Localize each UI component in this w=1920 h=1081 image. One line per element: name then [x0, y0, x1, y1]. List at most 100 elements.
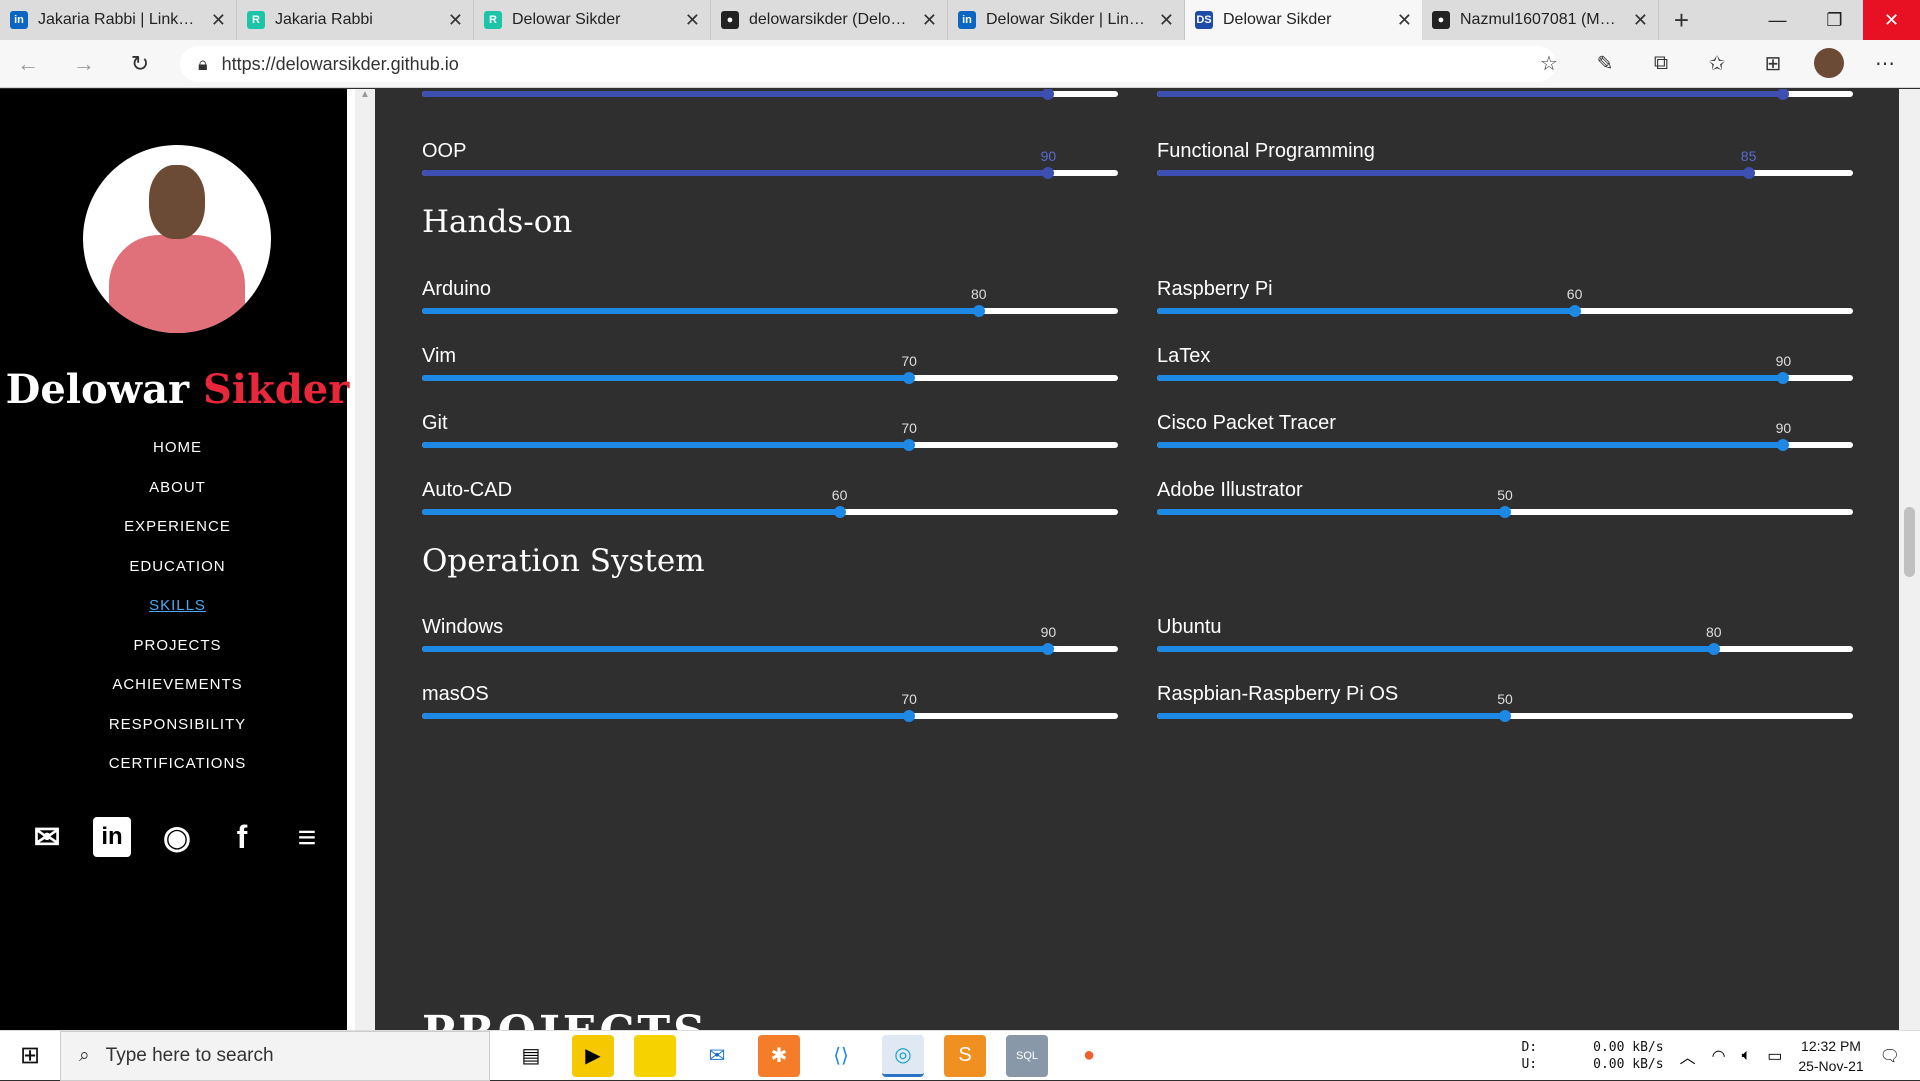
wifi-icon[interactable]: ◠ — [1712, 1046, 1726, 1066]
skill-cisco-packet-tracer: Cisco Packet Tracer 90 — [1157, 412, 1853, 462]
skill-slider-knob[interactable] — [1777, 372, 1790, 384]
sidebar-scrollbar[interactable]: ▲ — [355, 89, 375, 1030]
skill-slider-knob[interactable] — [903, 439, 916, 451]
profile-photo-head — [149, 165, 205, 239]
add-favorite-icon[interactable]: ☆ — [1534, 51, 1564, 76]
nav-responsibility[interactable]: RESPONSIBILITY — [0, 716, 355, 756]
nav-education[interactable]: EDUCATION — [0, 558, 355, 598]
browser-tab[interactable]: ● delowarsikder (Delowar ✕ — [711, 0, 948, 40]
nav-about[interactable]: ABOUT — [0, 479, 355, 519]
pen-icon[interactable]: ✎ — [1590, 51, 1620, 76]
notification-icon[interactable]: 🗨︎ — [1880, 1046, 1900, 1066]
extensions-icon[interactable]: ⧉ — [1646, 52, 1676, 75]
nav-experience[interactable]: EXPERIENCE — [0, 518, 355, 558]
skill-track — [422, 710, 1118, 722]
close-tab-icon[interactable]: ✕ — [1159, 10, 1174, 31]
close-tab-icon[interactable]: ✕ — [685, 10, 700, 31]
lock-icon: 🔒︎ — [198, 53, 208, 74]
browser-tab[interactable]: R Delowar Sikder ✕ — [474, 0, 711, 40]
close-tab-icon[interactable]: ✕ — [1397, 10, 1412, 31]
close-tab-icon[interactable]: ✕ — [1633, 10, 1648, 31]
browser-tab[interactable]: DS Delowar Sikder ✕ — [1185, 0, 1422, 40]
tab-title: Nazmul1607081 (Md. N — [1460, 11, 1623, 28]
task-view-icon[interactable]: ▤ — [510, 1035, 552, 1077]
more-icon[interactable]: ⋯ — [1870, 51, 1900, 76]
browser-tab[interactable]: ● Nazmul1607081 (Md. N ✕ — [1422, 0, 1659, 40]
scroll-up-icon[interactable]: ▲ — [355, 89, 375, 100]
battery-icon[interactable]: ▭ — [1767, 1046, 1782, 1066]
restore-icon[interactable]: ❐ — [1806, 0, 1863, 40]
close-tab-icon[interactable]: ✕ — [211, 10, 226, 31]
skill-slider-knob[interactable] — [833, 506, 846, 518]
close-tab-icon[interactable]: ✕ — [922, 10, 937, 31]
net-labels: D: U: — [1521, 1039, 1537, 1073]
browser-tab[interactable]: in Delowar Sikder | LinkedIn ✕ — [948, 0, 1185, 40]
xampp-icon[interactable]: ✱ — [758, 1034, 800, 1077]
forward-icon[interactable]: → — [56, 51, 112, 77]
skill-label: OOP — [422, 140, 467, 162]
tab-title: Jakaria Rabbi | LinkedIn — [38, 11, 201, 28]
profile-avatar[interactable] — [1814, 48, 1844, 78]
new-tab-icon[interactable]: + — [1659, 0, 1704, 40]
nav-skills[interactable]: SKILLS — [0, 597, 355, 637]
browser-tab[interactable]: in Jakaria Rabbi | LinkedIn ✕ — [0, 0, 237, 40]
skill-track — [1157, 167, 1853, 179]
sublime-icon[interactable]: S — [944, 1034, 986, 1077]
skill-slider-knob[interactable] — [1742, 167, 1755, 179]
nav-home[interactable]: HOME — [0, 439, 355, 479]
skill-fill — [1157, 713, 1505, 719]
media-player-icon[interactable]: ▶ — [572, 1034, 614, 1077]
github-icon: ● — [1432, 11, 1450, 29]
collections-icon[interactable]: ⊞ — [1758, 51, 1788, 76]
skill-track — [1157, 439, 1853, 451]
sql-icon[interactable]: SQL — [1006, 1034, 1048, 1077]
nav-projects[interactable]: PROJECTS — [0, 637, 355, 677]
taskbar-search[interactable]: ⌕ Type here to search — [60, 1030, 490, 1081]
url-field[interactable]: 🔒︎ https://delowarsikder.github.io — [180, 46, 1556, 82]
facebook-icon[interactable]: f — [223, 817, 261, 857]
page-scrollbar-thumb[interactable] — [1904, 507, 1915, 577]
sidebar: Delowar Sikder HOME ABOUT EXPERIENCE EDUCAT… — [0, 89, 355, 1030]
reload-icon[interactable]: ↻ — [112, 51, 168, 77]
skill-slider-knob[interactable] — [903, 710, 916, 722]
volume-icon[interactable]: 🔈︎ — [1742, 1047, 1752, 1065]
sticky-notes-icon[interactable] — [634, 1034, 676, 1077]
mail-icon[interactable]: ✉ — [696, 1035, 738, 1077]
skill-slider-knob[interactable] — [1042, 89, 1055, 100]
windows-start-icon[interactable]: ⊞ — [0, 1041, 60, 1070]
skill-slider-knob[interactable] — [972, 305, 985, 317]
skill-slider-knob[interactable] — [1707, 643, 1720, 655]
close-window-icon[interactable]: ✕ — [1863, 0, 1920, 40]
clock[interactable]: 12:32 PM 25-Nov-21 — [1798, 1036, 1863, 1076]
page-scrollbar[interactable] — [1899, 89, 1920, 1030]
skill-percent: 80 — [971, 286, 987, 302]
vscode-icon[interactable]: ⟨⟩ — [820, 1035, 862, 1077]
firefox-icon[interactable]: ● — [1068, 1035, 1110, 1077]
skill-fill — [422, 170, 1049, 176]
skill-slider-knob[interactable] — [1777, 439, 1790, 451]
skill-label: Raspberry Pi — [1157, 278, 1273, 300]
skill-slider-knob[interactable] — [1568, 305, 1581, 317]
linkedin-icon[interactable]: in — [93, 817, 131, 857]
skill-slider-knob[interactable] — [1042, 643, 1055, 655]
skill-slider-knob[interactable] — [1042, 167, 1055, 179]
nav-achievements[interactable]: ACHIEVEMENTS — [0, 676, 355, 716]
email-icon[interactable]: ✉ — [28, 817, 66, 857]
github-icon[interactable]: ◉ — [158, 817, 196, 857]
favorites-icon[interactable]: ✩ — [1702, 51, 1732, 76]
skill-slider-knob[interactable] — [1499, 506, 1511, 518]
skill-arduino: Arduino 80 — [422, 278, 1118, 328]
skill-slider-knob[interactable] — [903, 372, 916, 384]
skill-slider-knob[interactable] — [1499, 710, 1511, 722]
nav-certifications[interactable]: CERTIFICATIONS — [0, 755, 355, 795]
minimize-icon[interactable]: — — [1749, 0, 1806, 40]
stackoverflow-icon[interactable]: ≡ — [288, 817, 326, 857]
back-icon[interactable]: ← — [0, 51, 56, 77]
browser-tab[interactable]: R Jakaria Rabbi ✕ — [237, 0, 474, 40]
edge-icon[interactable]: ◎ — [882, 1034, 924, 1077]
close-tab-icon[interactable]: ✕ — [448, 10, 463, 31]
skill-label: Functional Programming — [1157, 140, 1375, 162]
skill-slider-knob[interactable] — [1777, 89, 1790, 100]
skill-latex: LaTex 90 — [1157, 345, 1853, 395]
chevron-up-icon[interactable]: ︿ — [1680, 1044, 1696, 1068]
